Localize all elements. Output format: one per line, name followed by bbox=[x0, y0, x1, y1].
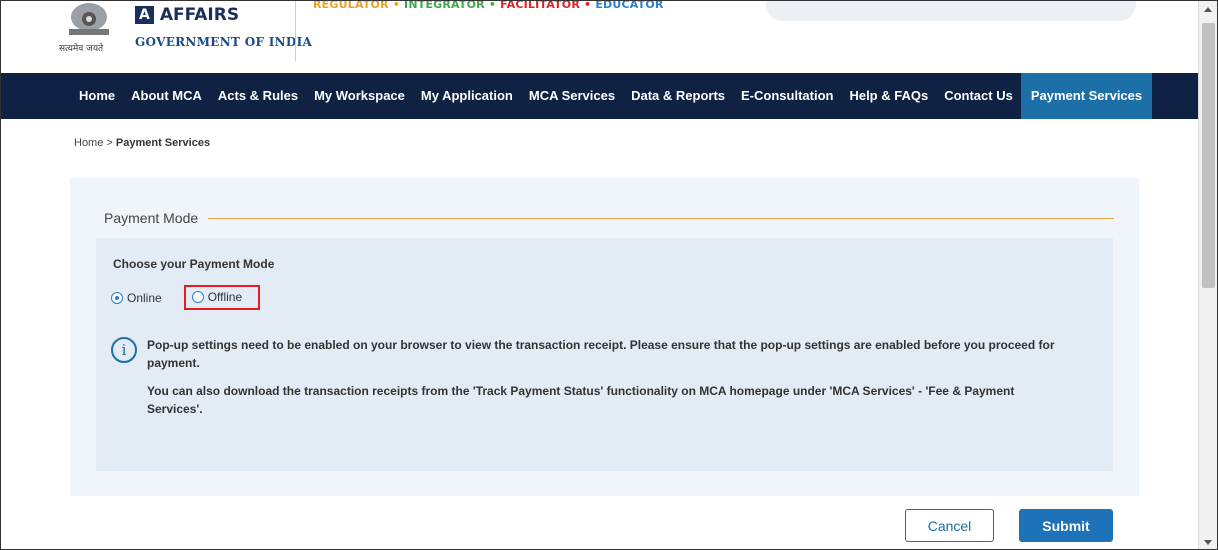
tagline: REGULATOR • INTEGRATOR • FACILITATOR • E… bbox=[313, 0, 664, 11]
header-divider bbox=[295, 1, 296, 61]
nav-item-my-workspace[interactable]: My Workspace bbox=[306, 73, 413, 119]
payment-mode-panel: Payment Mode Choose your Payment Mode On… bbox=[70, 178, 1139, 496]
nav-item-acts-rules[interactable]: Acts & Rules bbox=[210, 73, 306, 119]
info-icon: i bbox=[111, 337, 137, 363]
nav-item-about-mca[interactable]: About MCA bbox=[123, 73, 210, 119]
logo-title: AFFAIRS bbox=[159, 5, 240, 25]
radio-online[interactable]: Online bbox=[111, 291, 162, 305]
nav-item-payment-services[interactable]: Payment Services bbox=[1020, 73, 1153, 119]
logo-letter: A bbox=[135, 6, 154, 24]
legend-title: Payment Mode bbox=[104, 210, 199, 226]
nav-item-contact-us[interactable]: Contact Us bbox=[936, 73, 1021, 119]
cancel-button[interactable]: Cancel bbox=[905, 509, 994, 542]
legend-divider bbox=[208, 217, 1114, 219]
vertical-scrollbar[interactable] bbox=[1198, 1, 1217, 549]
tagline-segment: • bbox=[580, 0, 596, 11]
info-popup-note: Pop-up settings need to be enabled on yo… bbox=[147, 338, 1055, 370]
scroll-thumb[interactable] bbox=[1202, 23, 1215, 288]
radio-online-indicator[interactable] bbox=[111, 291, 123, 304]
radio-offline-indicator[interactable] bbox=[191, 291, 204, 303]
logo-subtitle: GOVERNMENT OF INDIA bbox=[135, 35, 313, 49]
nav-item-home[interactable]: Home bbox=[71, 73, 123, 119]
nav-item-my-application[interactable]: My Application bbox=[413, 73, 521, 119]
submit-button[interactable]: Submit bbox=[1019, 509, 1113, 542]
breadcrumb-current: Payment Services bbox=[115, 137, 211, 149]
payment-mode-legend: Payment Mode bbox=[104, 210, 1114, 226]
main-navigation: Home About MCA Acts & Rules My Workspace My … bbox=[1, 73, 1198, 119]
nav-item-help-faqs[interactable]: Help & FAQs bbox=[841, 73, 936, 119]
emblem-motto: सत्यमेव जयते bbox=[59, 44, 104, 54]
tagline-segment: • bbox=[484, 0, 501, 11]
tagline-segment: INTEGRATOR bbox=[404, 0, 485, 11]
payment-mode-box: Choose your Payment Mode Online Offline … bbox=[96, 238, 1113, 471]
tagline-segment: FACILITATOR bbox=[500, 0, 581, 11]
scroll-up-arrow-icon[interactable] bbox=[1204, 7, 1212, 12]
payment-mode-radio-group: Online Offline bbox=[111, 285, 261, 310]
breadcrumb-separator: > bbox=[103, 137, 116, 149]
tagline-segment: • bbox=[388, 0, 405, 11]
browser-viewport: सत्यमेव जयते A AFFAIRS GOVERNMENT OF IND… bbox=[0, 0, 1218, 550]
choose-payment-label: Choose your Payment Mode bbox=[113, 257, 275, 271]
radio-offline-label: Offline bbox=[207, 290, 243, 304]
breadcrumb-home[interactable]: Home bbox=[74, 137, 103, 149]
nav-item-e-consultation[interactable]: E-Consultation bbox=[733, 73, 841, 119]
info-receipt-note: You can also download the transaction re… bbox=[147, 384, 1015, 416]
breadcrumb: Home > Payment Services bbox=[74, 137, 210, 149]
ministry-logo[interactable]: A AFFAIRS GOVERNMENT OF INDIA bbox=[135, 5, 312, 49]
radio-offline[interactable]: Offline bbox=[191, 290, 243, 304]
tagline-segment: REGULATOR bbox=[313, 0, 389, 11]
radio-online-label: Online bbox=[127, 290, 162, 305]
nav-item-data-reports[interactable]: Data & Reports bbox=[623, 73, 733, 119]
offline-highlight-box: Offline bbox=[183, 285, 261, 310]
nav-item-mca-services[interactable]: MCA Services bbox=[521, 73, 623, 119]
tagline-segment: EDUCATOR bbox=[595, 0, 664, 11]
info-message: Pop-up settings need to be enabled on yo… bbox=[147, 336, 1067, 428]
search-input[interactable] bbox=[766, 1, 1136, 21]
site-header: सत्यमेव जयते A AFFAIRS GOVERNMENT OF IND… bbox=[1, 1, 1198, 73]
scroll-down-arrow-icon[interactable] bbox=[1204, 540, 1212, 545]
